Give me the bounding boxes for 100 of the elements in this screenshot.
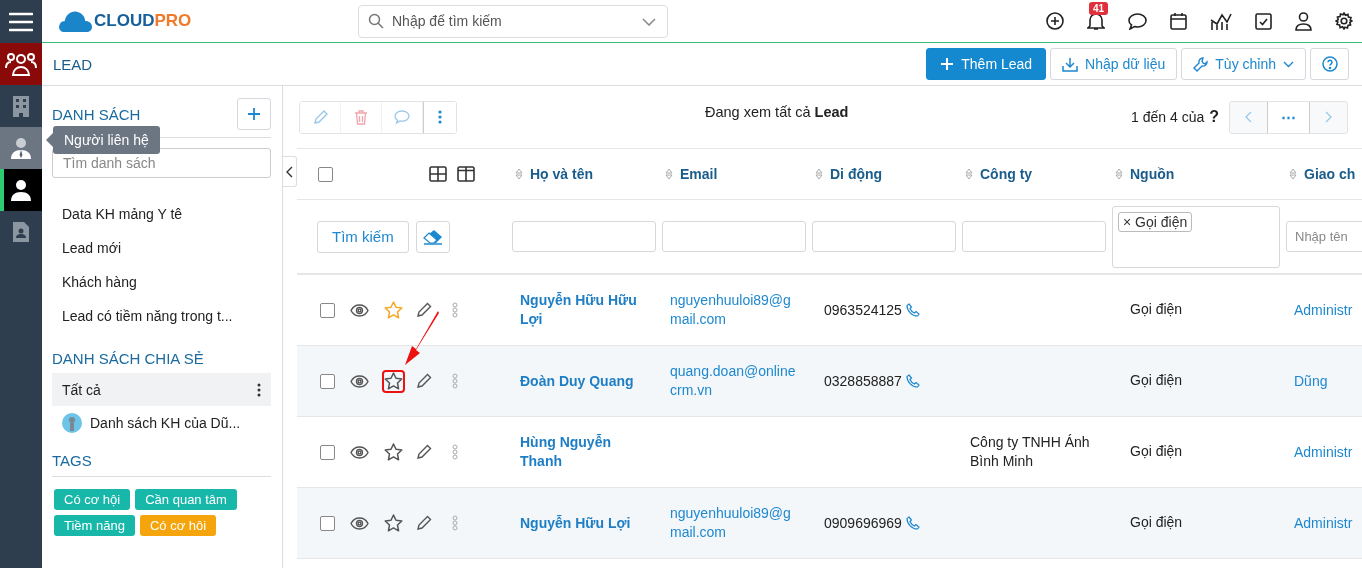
plus-icon <box>940 57 955 71</box>
eye-icon[interactable] <box>350 303 369 317</box>
filter-field[interactable] <box>812 221 956 252</box>
column-header[interactable]: Công ty <box>980 166 1033 182</box>
assignee-link[interactable]: Administr <box>1294 444 1353 460</box>
row-checkbox[interactable] <box>320 373 335 389</box>
calendar-icon[interactable] <box>1170 12 1187 30</box>
sort-icon[interactable] <box>515 168 523 180</box>
filter-field[interactable] <box>662 221 806 252</box>
pagination-text: 1 đến 4 của <box>1131 109 1205 125</box>
people-icon[interactable] <box>5 51 37 77</box>
row-checkbox[interactable] <box>320 515 335 531</box>
source-text: Gọi điện <box>1130 442 1183 459</box>
sort-icon[interactable] <box>1115 168 1123 180</box>
email-link[interactable]: quang.doan@onlinecrm.vn <box>670 362 800 400</box>
checkbox-icon[interactable] <box>1255 12 1272 30</box>
wrench-icon <box>1193 56 1209 72</box>
pencil-icon[interactable] <box>416 373 432 389</box>
view-heading: Đang xem tất cả Lead <box>705 104 849 120</box>
help-icon <box>1321 56 1338 72</box>
customize-button[interactable]: Tùy chỉnh <box>1181 48 1306 80</box>
clear-filter-button[interactable] <box>415 220 450 253</box>
chevron-down-icon[interactable] <box>642 17 656 26</box>
eye-icon[interactable] <box>350 445 369 459</box>
column-header[interactable]: Email <box>680 166 718 182</box>
lead-name-link[interactable]: Đoàn Duy Quang <box>520 371 645 391</box>
pencil-icon[interactable] <box>416 444 432 460</box>
row-checkbox[interactable] <box>320 444 335 460</box>
eye-icon[interactable] <box>350 374 369 388</box>
settings-icon[interactable] <box>1335 12 1353 30</box>
assignee-filter-field[interactable]: Nhập tên <box>1286 221 1362 252</box>
lead-name-link[interactable]: Hùng Nguyễn Thanh <box>520 433 645 471</box>
column-header[interactable]: Họ và tên <box>530 166 593 182</box>
pencil-icon[interactable] <box>416 515 432 531</box>
building-icon[interactable] <box>12 95 30 117</box>
email-link[interactable]: nguyenhuuloi89@gmail.com <box>670 291 800 329</box>
more-pages-button[interactable]: ⋯ <box>1267 101 1310 133</box>
filter-field[interactable] <box>962 221 1106 252</box>
columns-icon[interactable] <box>457 166 475 182</box>
contact-icon[interactable] <box>10 136 32 160</box>
grid-icon[interactable] <box>429 166 447 182</box>
add-list-button[interactable] <box>237 98 271 130</box>
chat-icon[interactable] <box>1128 12 1147 30</box>
filter-field[interactable] <box>512 221 656 252</box>
eye-icon[interactable] <box>350 516 369 530</box>
section-title: DANH SÁCH CHIA SẺ <box>52 348 205 369</box>
total-count[interactable]: ? <box>1209 108 1219 126</box>
chart-icon[interactable] <box>1210 11 1232 31</box>
search-button[interactable]: Tìm kiếm <box>317 220 409 253</box>
sort-icon[interactable] <box>815 168 823 180</box>
tag[interactable]: Có cơ hội <box>54 489 131 510</box>
list-item[interactable]: Lead có tiềm năng trong t... <box>52 299 271 333</box>
user-icon[interactable] <box>1295 11 1312 31</box>
phone-icon[interactable] <box>905 303 920 317</box>
assignee-link[interactable]: Administr <box>1294 515 1353 531</box>
row-checkbox[interactable] <box>320 302 335 318</box>
chevron-right-icon <box>1325 111 1332 123</box>
sort-icon[interactable] <box>965 168 973 180</box>
section-title: TAGS <box>52 452 93 469</box>
assignee-link[interactable]: Administr <box>1294 302 1353 318</box>
kebab-icon[interactable] <box>257 382 261 397</box>
add-lead-button[interactable]: Thêm Lead <box>926 48 1047 80</box>
email-link[interactable]: nguyenhuuloi89@gmail.com <box>670 504 800 542</box>
lead-name-link[interactable]: Nguyễn Hữu Hữu Lợi <box>520 291 645 329</box>
tag[interactable]: Tiềm năng <box>54 515 135 536</box>
list-search-field[interactable]: Tìm danh sách <box>52 148 271 178</box>
assignee-link[interactable]: Dũng <box>1294 373 1328 389</box>
shared-list-item[interactable]: Danh sách KH của Dũ... <box>52 406 271 439</box>
pencil-icon[interactable] <box>416 302 432 318</box>
annotation-arrow <box>403 309 439 366</box>
kebab-icon <box>438 110 442 124</box>
list-item[interactable]: Data KH mảng Y tê <box>52 197 271 231</box>
sort-icon[interactable] <box>1289 168 1297 180</box>
collapse-button[interactable] <box>283 156 297 187</box>
select-all-checkbox[interactable] <box>318 166 333 182</box>
column-header[interactable]: Di động <box>830 166 883 182</box>
lead-name-link[interactable]: Nguyễn Hữu Lợi <box>520 513 645 533</box>
sort-icon[interactable] <box>665 168 673 180</box>
shared-list-item[interactable]: Tất cả <box>52 373 271 406</box>
add-circle-icon[interactable] <box>1046 12 1064 30</box>
search-field[interactable]: Nhập để tìm kiếm <box>358 4 668 38</box>
logo[interactable]: CLOUDPRO <box>94 11 192 31</box>
source-filter-field[interactable]: × Gọi điện <box>1112 205 1280 268</box>
list-item[interactable]: Khách hàng <box>52 265 271 299</box>
list-item[interactable]: Lead mới <box>52 231 271 265</box>
phone-icon[interactable] <box>905 516 920 530</box>
cloud-logo-icon <box>58 9 92 33</box>
tag[interactable]: Cần quan tâm <box>135 489 237 510</box>
remove-chip-button[interactable]: × <box>1123 213 1132 230</box>
import-button[interactable]: Nhập dữ liệu <box>1050 48 1178 80</box>
download-icon <box>1062 56 1079 72</box>
menu-icon[interactable] <box>9 11 33 32</box>
trash-icon <box>354 109 368 125</box>
person-icon[interactable] <box>10 179 32 201</box>
column-header[interactable]: Giao ch <box>1304 166 1356 182</box>
column-header[interactable]: Nguồn <box>1130 166 1175 182</box>
document-icon[interactable] <box>12 221 30 243</box>
help-button[interactable] <box>1310 48 1349 80</box>
source-text: Gọi điện <box>1130 371 1183 388</box>
phone-icon[interactable] <box>905 374 920 388</box>
